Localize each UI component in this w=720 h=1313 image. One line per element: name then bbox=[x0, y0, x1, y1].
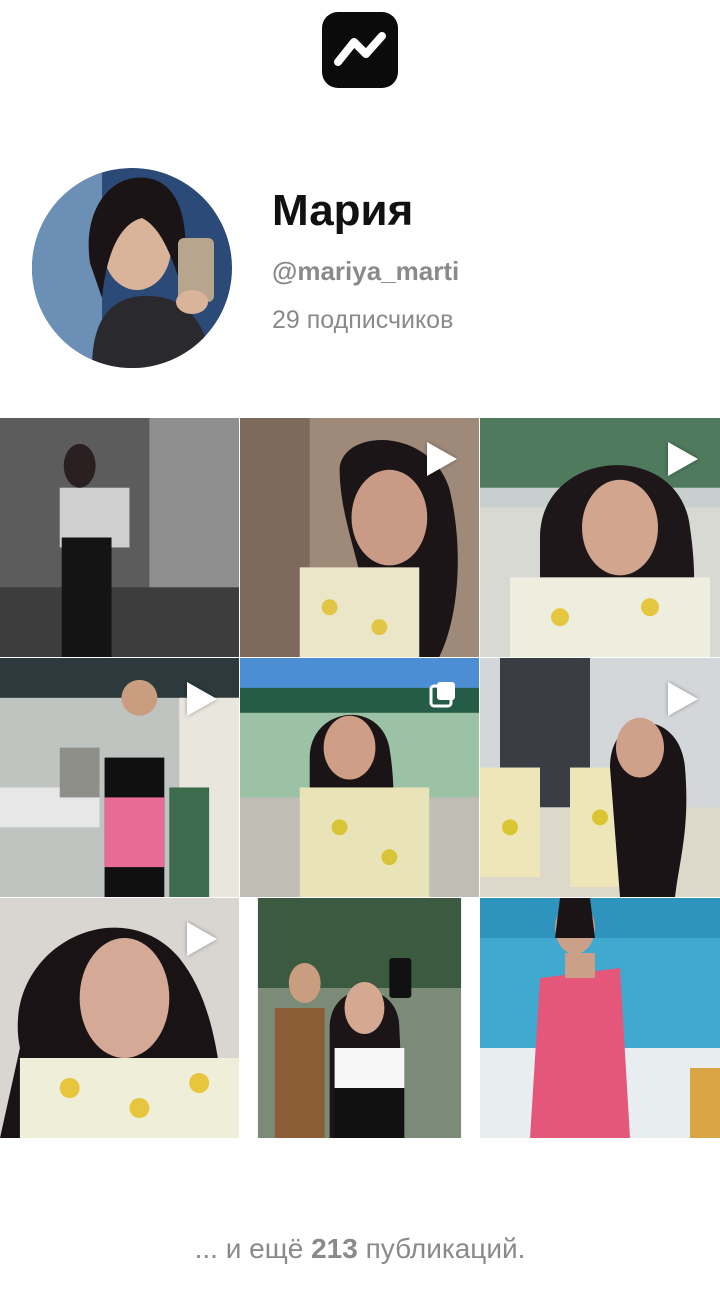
more-posts-text: ... и ещё 213 публикаций. bbox=[0, 1233, 720, 1265]
post-tile[interactable] bbox=[240, 658, 479, 897]
play-icon bbox=[668, 682, 698, 716]
followers-count: 29 подписчиков bbox=[272, 306, 454, 334]
play-icon bbox=[427, 442, 457, 476]
post-tile[interactable] bbox=[480, 658, 720, 897]
play-icon bbox=[187, 922, 217, 956]
more-suffix: публикаций. bbox=[365, 1233, 526, 1264]
app-logo[interactable] bbox=[322, 12, 398, 88]
post-tile[interactable] bbox=[240, 898, 479, 1138]
posts-grid bbox=[0, 418, 720, 1138]
profile-handle[interactable]: @mariya_marti bbox=[272, 256, 459, 287]
carousel-icon bbox=[429, 682, 455, 708]
profile-name: Мария bbox=[272, 186, 414, 235]
post-tile[interactable] bbox=[0, 658, 239, 897]
post-tile[interactable] bbox=[480, 898, 720, 1138]
more-prefix: ... и ещё bbox=[194, 1233, 304, 1264]
trend-line-icon bbox=[334, 32, 386, 66]
play-icon bbox=[668, 442, 698, 476]
avatar[interactable] bbox=[32, 168, 232, 368]
more-count: 213 bbox=[311, 1233, 358, 1264]
post-tile[interactable] bbox=[240, 418, 479, 657]
post-tile[interactable] bbox=[0, 898, 239, 1138]
post-tile[interactable] bbox=[480, 418, 720, 657]
play-icon bbox=[187, 682, 217, 716]
post-tile[interactable] bbox=[0, 418, 239, 657]
